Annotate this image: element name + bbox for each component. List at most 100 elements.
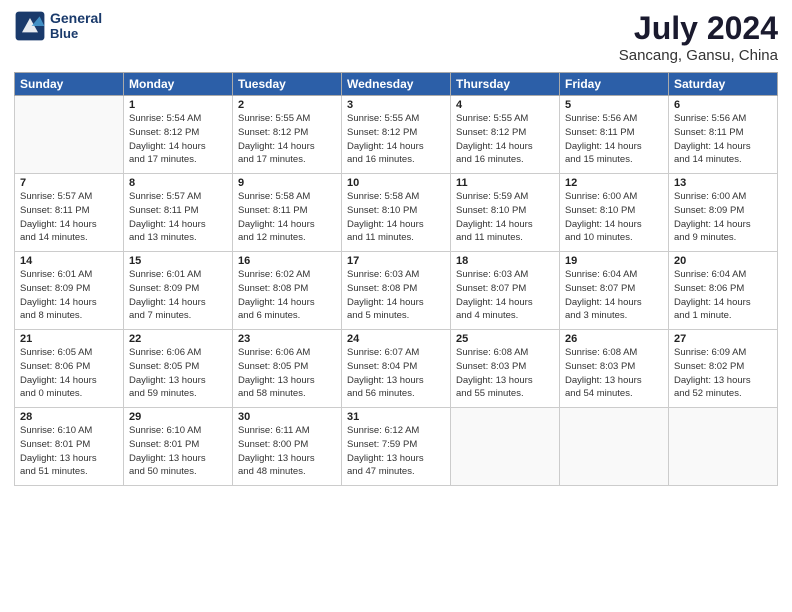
cell-info: Sunrise: 5:57 AMSunset: 8:11 PMDaylight:… — [20, 190, 118, 245]
day-number: 8 — [129, 177, 227, 189]
calendar-week-3: 14 Sunrise: 6:01 AMSunset: 8:09 PMDayligh… — [15, 252, 778, 330]
cell-info: Sunrise: 6:03 AMSunset: 8:08 PMDaylight:… — [347, 268, 445, 323]
calendar-cell: 11Sunrise: 5:59 AMSunset: 8:10 PMDayligh… — [451, 174, 560, 252]
col-header-wednesday: Wednesday — [342, 73, 451, 96]
day-number: 11 — [456, 177, 554, 189]
calendar-cell — [451, 408, 560, 486]
logo-icon — [14, 10, 46, 42]
cell-info: Sunrise: 6:08 AMSunset: 8:03 PMDaylight:… — [456, 346, 554, 401]
cell-info: Sunrise: 6:03 AMSunset: 8:07 PMDaylight:… — [456, 268, 554, 323]
col-header-saturday: Saturday — [669, 73, 778, 96]
day-number: 1 — [129, 99, 227, 111]
calendar-cell: 17Sunrise: 6:03 AMSunset: 8:08 PMDayligh… — [342, 252, 451, 330]
cell-info: Sunrise: 6:02 AMSunset: 8:08 PMDaylight:… — [238, 268, 336, 323]
calendar-week-2: 7Sunrise: 5:57 AMSunset: 8:11 PMDaylight… — [15, 174, 778, 252]
cell-info: Sunrise: 6:05 AMSunset: 8:06 PMDaylight:… — [20, 346, 118, 401]
calendar-week-5: 28Sunrise: 6:10 AMSunset: 8:01 PMDayligh… — [15, 408, 778, 486]
day-number: 12 — [565, 177, 663, 189]
day-number: 20 — [674, 255, 772, 267]
calendar-cell: 25Sunrise: 6:08 AMSunset: 8:03 PMDayligh… — [451, 330, 560, 408]
cell-info: Sunrise: 6:06 AMSunset: 8:05 PMDaylight:… — [238, 346, 336, 401]
cell-info: Sunrise: 5:56 AMSunset: 8:11 PMDaylight:… — [674, 112, 772, 167]
calendar-cell: 5Sunrise: 5:56 AMSunset: 8:11 PMDaylight… — [560, 96, 669, 174]
col-header-sunday: Sunday — [15, 73, 124, 96]
cell-info: Sunrise: 6:06 AMSunset: 8:05 PMDaylight:… — [129, 346, 227, 401]
calendar-cell: 23Sunrise: 6:06 AMSunset: 8:05 PMDayligh… — [233, 330, 342, 408]
calendar-cell: 6Sunrise: 5:56 AMSunset: 8:11 PMDaylight… — [669, 96, 778, 174]
day-number: 16 — [238, 255, 336, 267]
title-block: July 2024 Sancang, Gansu, China — [619, 10, 778, 64]
day-number: 15 — [129, 255, 227, 267]
page: General Blue July 2024 Sancang, Gansu, C… — [0, 0, 792, 612]
col-header-thursday: Thursday — [451, 73, 560, 96]
calendar-cell: 2Sunrise: 5:55 AMSunset: 8:12 PMDaylight… — [233, 96, 342, 174]
calendar-cell — [15, 96, 124, 174]
calendar-cell: 28Sunrise: 6:10 AMSunset: 8:01 PMDayligh… — [15, 408, 124, 486]
day-number: 17 — [347, 255, 445, 267]
cell-info: Sunrise: 6:10 AMSunset: 8:01 PMDaylight:… — [20, 424, 118, 479]
day-number: 23 — [238, 333, 336, 345]
cell-info: Sunrise: 5:57 AMSunset: 8:11 PMDaylight:… — [129, 190, 227, 245]
day-number: 4 — [456, 99, 554, 111]
day-number: 6 — [674, 99, 772, 111]
day-number: 28 — [20, 411, 118, 423]
day-number: 31 — [347, 411, 445, 423]
calendar-cell: 3Sunrise: 5:55 AMSunset: 8:12 PMDaylight… — [342, 96, 451, 174]
calendar-cell: 18Sunrise: 6:03 AMSunset: 8:07 PMDayligh… — [451, 252, 560, 330]
day-number: 9 — [238, 177, 336, 189]
day-number: 22 — [129, 333, 227, 345]
calendar-cell: 1Sunrise: 5:54 AMSunset: 8:12 PMDaylight… — [124, 96, 233, 174]
cell-info: Sunrise: 6:10 AMSunset: 8:01 PMDaylight:… — [129, 424, 227, 479]
cell-info: Sunrise: 6:09 AMSunset: 8:02 PMDaylight:… — [674, 346, 772, 401]
cell-info: Sunrise: 6:01 AMSunset: 8:09 PMDaylight:… — [129, 268, 227, 323]
cell-info: Sunrise: 5:59 AMSunset: 8:10 PMDaylight:… — [456, 190, 554, 245]
cell-info: Sunrise: 6:04 AMSunset: 8:06 PMDaylight:… — [674, 268, 772, 323]
day-number: 13 — [674, 177, 772, 189]
calendar-cell: 13Sunrise: 6:00 AMSunset: 8:09 PMDayligh… — [669, 174, 778, 252]
cell-info: Sunrise: 6:07 AMSunset: 8:04 PMDaylight:… — [347, 346, 445, 401]
calendar-cell: 22Sunrise: 6:06 AMSunset: 8:05 PMDayligh… — [124, 330, 233, 408]
day-number: 10 — [347, 177, 445, 189]
header: General Blue July 2024 Sancang, Gansu, C… — [14, 10, 778, 64]
calendar-cell: 31Sunrise: 6:12 AMSunset: 7:59 PMDayligh… — [342, 408, 451, 486]
day-number: 7 — [20, 177, 118, 189]
calendar-week-4: 21Sunrise: 6:05 AMSunset: 8:06 PMDayligh… — [15, 330, 778, 408]
logo-line1: General — [50, 11, 102, 26]
calendar-cell: 14Sunrise: 6:01 AMSunset: 8:09 PMDayligh… — [15, 252, 124, 330]
day-number: 14 — [20, 255, 118, 267]
cell-info: Sunrise: 5:55 AMSunset: 8:12 PMDaylight:… — [238, 112, 336, 167]
calendar-cell: 10Sunrise: 5:58 AMSunset: 8:10 PMDayligh… — [342, 174, 451, 252]
calendar-week-1: 1Sunrise: 5:54 AMSunset: 8:12 PMDaylight… — [15, 96, 778, 174]
calendar-title: July 2024 — [619, 10, 778, 47]
logo-line2: Blue — [50, 27, 102, 41]
day-number: 25 — [456, 333, 554, 345]
day-number: 5 — [565, 99, 663, 111]
cell-info: Sunrise: 6:11 AMSunset: 8:00 PMDaylight:… — [238, 424, 336, 479]
col-header-monday: Monday — [124, 73, 233, 96]
calendar-cell — [669, 408, 778, 486]
cell-info: Sunrise: 5:54 AMSunset: 8:12 PMDaylight:… — [129, 112, 227, 167]
day-number: 2 — [238, 99, 336, 111]
calendar-cell: 20Sunrise: 6:04 AMSunset: 8:06 PMDayligh… — [669, 252, 778, 330]
calendar-table: SundayMondayTuesdayWednesdayThursdayFrid… — [14, 72, 778, 486]
cell-info: Sunrise: 6:08 AMSunset: 8:03 PMDaylight:… — [565, 346, 663, 401]
cell-info: Sunrise: 5:55 AMSunset: 8:12 PMDaylight:… — [456, 112, 554, 167]
day-number: 21 — [20, 333, 118, 345]
logo-text: General Blue — [50, 11, 102, 41]
calendar-cell: 21Sunrise: 6:05 AMSunset: 8:06 PMDayligh… — [15, 330, 124, 408]
calendar-cell: 7Sunrise: 5:57 AMSunset: 8:11 PMDaylight… — [15, 174, 124, 252]
calendar-cell: 26Sunrise: 6:08 AMSunset: 8:03 PMDayligh… — [560, 330, 669, 408]
day-number: 29 — [129, 411, 227, 423]
calendar-cell: 8Sunrise: 5:57 AMSunset: 8:11 PMDaylight… — [124, 174, 233, 252]
calendar-cell: 30Sunrise: 6:11 AMSunset: 8:00 PMDayligh… — [233, 408, 342, 486]
cell-info: Sunrise: 5:55 AMSunset: 8:12 PMDaylight:… — [347, 112, 445, 167]
calendar-cell: 9Sunrise: 5:58 AMSunset: 8:11 PMDaylight… — [233, 174, 342, 252]
day-number: 24 — [347, 333, 445, 345]
calendar-cell: 4Sunrise: 5:55 AMSunset: 8:12 PMDaylight… — [451, 96, 560, 174]
calendar-cell: 16Sunrise: 6:02 AMSunset: 8:08 PMDayligh… — [233, 252, 342, 330]
calendar-cell: 29Sunrise: 6:10 AMSunset: 8:01 PMDayligh… — [124, 408, 233, 486]
day-number: 26 — [565, 333, 663, 345]
logo: General Blue — [14, 10, 102, 42]
day-number: 30 — [238, 411, 336, 423]
cell-info: Sunrise: 6:00 AMSunset: 8:09 PMDaylight:… — [674, 190, 772, 245]
